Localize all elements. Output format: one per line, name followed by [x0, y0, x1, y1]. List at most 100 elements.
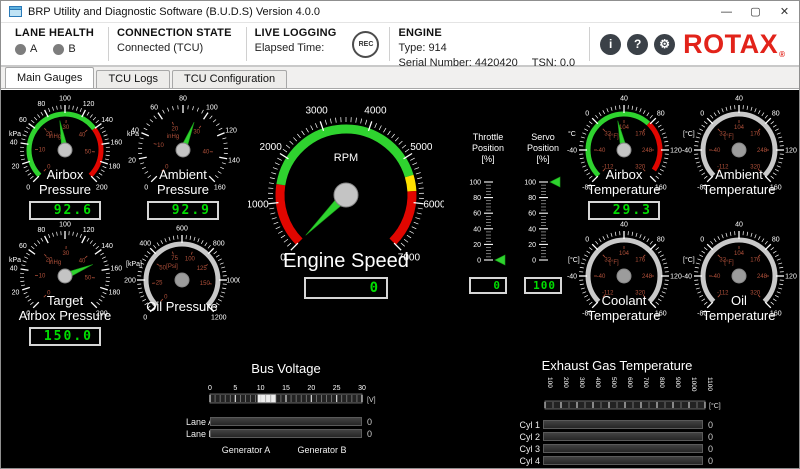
- info-icon[interactable]: i: [600, 34, 621, 55]
- egt-cylinder-row-bar: [543, 456, 703, 465]
- svg-text:100: 100: [59, 96, 71, 103]
- svg-text:[°F]: [°F]: [609, 134, 619, 140]
- bus-voltage-row-bar: [210, 417, 362, 426]
- svg-text:80: 80: [772, 237, 780, 244]
- egt-cylinder-row: Cyl 20: [501, 431, 733, 442]
- svg-text:0: 0: [477, 258, 481, 265]
- bus-voltage-section: Bus Voltage 051015202530[V] Lane A0Lane …: [186, 361, 386, 455]
- svg-text:60: 60: [473, 211, 481, 218]
- throttle-position-scale: 020406080100: [465, 174, 511, 266]
- egt-scale: 10020030040050060070080090010001100[°C]: [501, 374, 733, 412]
- lane-health-section: LANE HEALTH A B: [11, 25, 104, 63]
- tab-tcu-configuration[interactable]: TCU Configuration: [172, 70, 287, 88]
- help-icon[interactable]: ?: [627, 34, 648, 55]
- svg-text:1100: 1100: [706, 377, 713, 391]
- elapsed-time-label: Elapsed Time:: [255, 42, 337, 54]
- lane-a-indicator: A: [15, 43, 37, 55]
- svg-text:176: 176: [750, 132, 761, 138]
- svg-text:kPa: kPa: [127, 131, 139, 138]
- svg-text:°C: °C: [568, 130, 576, 138]
- svg-text:20: 20: [473, 242, 481, 249]
- svg-text:-112: -112: [717, 290, 729, 296]
- svg-text:180: 180: [109, 290, 121, 297]
- svg-text:40: 40: [10, 139, 18, 146]
- svg-text:60: 60: [528, 211, 536, 218]
- svg-text:40: 40: [473, 227, 481, 234]
- bus-voltage-row: Lane A 0: [186, 416, 386, 427]
- svg-text:320: 320: [750, 290, 761, 296]
- svg-text:800: 800: [658, 377, 665, 388]
- svg-text:120: 120: [83, 227, 95, 234]
- svg-text:20: 20: [12, 164, 20, 171]
- svg-text:80: 80: [528, 195, 536, 202]
- svg-text:120: 120: [785, 274, 797, 281]
- svg-text:200: 200: [96, 184, 108, 191]
- bus-voltage-row-value: 0: [362, 417, 372, 427]
- engine-serial: Serial Number: 4420420: [398, 57, 517, 69]
- rec-button[interactable]: REC: [352, 31, 379, 58]
- svg-text:20: 20: [12, 290, 20, 297]
- svg-text:0: 0: [26, 184, 30, 191]
- svg-text:-40: -40: [567, 274, 577, 281]
- svg-text:900: 900: [674, 377, 681, 388]
- svg-text:[°C]: [°C]: [683, 130, 695, 138]
- svg-text:10: 10: [39, 148, 46, 154]
- svg-text:80: 80: [772, 111, 780, 118]
- bus-voltage-row-value: 0: [362, 429, 372, 439]
- svg-text:inHg: inHg: [49, 134, 61, 140]
- svg-text:700: 700: [642, 377, 649, 388]
- svg-text:20: 20: [172, 126, 179, 132]
- egt-title: Exhaust Gas Temperature: [501, 358, 733, 374]
- lane-a-status-dot: [15, 44, 26, 55]
- svg-text:4000: 4000: [364, 105, 387, 116]
- svg-text:200: 200: [124, 278, 136, 285]
- bus-voltage-row-label: Lane A: [186, 417, 210, 427]
- toolbar: LANE HEALTH A B CONNECTION STATE Connect…: [1, 23, 799, 67]
- svg-text:104: 104: [619, 251, 630, 257]
- svg-text:-40: -40: [597, 274, 606, 280]
- svg-text:40: 40: [735, 96, 743, 103]
- svg-text:40: 40: [620, 222, 628, 229]
- svg-text:100: 100: [524, 180, 536, 187]
- target-airbox-pressure-readout: 150.0: [29, 327, 101, 346]
- svg-text:248: 248: [757, 274, 768, 280]
- tab-tcu-logs[interactable]: TCU Logs: [96, 70, 170, 88]
- svg-text:1000: 1000: [690, 377, 697, 392]
- egt-cylinder-row-value: 0: [703, 456, 713, 466]
- svg-text:40: 40: [79, 133, 86, 139]
- throttle-position-readout: 0: [469, 277, 507, 294]
- generator-b-label: Generator B: [284, 445, 360, 455]
- tab-main-gauges[interactable]: Main Gauges: [5, 67, 94, 88]
- svg-text:300: 300: [578, 377, 585, 388]
- generator-a-label: Generator A: [208, 445, 284, 455]
- svg-text:inHg: inHg: [49, 260, 61, 266]
- svg-text:80: 80: [179, 96, 187, 103]
- egt-cylinder-row-label: Cyl 2: [501, 432, 543, 442]
- svg-text:20: 20: [528, 242, 536, 249]
- connection-state-title: CONNECTION STATE: [117, 27, 232, 39]
- engine-tsn: TSN: 0.0: [532, 57, 575, 69]
- gauge-airbox-temperature: -80-4004080120160-112-4032104176248320°C…: [565, 95, 683, 220]
- main-gauges-panel: 02040608010012014016018020001020304050kP…: [1, 90, 799, 469]
- airbox-temperature-readout: 29.3: [588, 201, 660, 220]
- minimize-button[interactable]: —: [712, 1, 741, 23]
- separator: [389, 27, 390, 61]
- svg-text:[V]: [V]: [367, 397, 376, 404]
- svg-text:kPa: kPa: [9, 131, 21, 138]
- egt-cylinder-row-bar: [543, 420, 703, 429]
- svg-text:inHg: inHg: [167, 134, 179, 140]
- close-button[interactable]: ✕: [770, 1, 799, 23]
- live-logging-section: LIVE LOGGING Elapsed Time:: [251, 25, 347, 63]
- maximize-button[interactable]: ▢: [741, 1, 770, 23]
- svg-text:60: 60: [19, 243, 27, 250]
- engine-speed-dial: 01000200030004000500060007000RPM: [248, 97, 444, 267]
- svg-text:0: 0: [143, 314, 147, 321]
- svg-text:[°C]: [°C]: [568, 256, 580, 264]
- svg-text:100: 100: [206, 104, 218, 111]
- svg-text:248: 248: [642, 148, 653, 154]
- throttle-position-indicator: Throttle Position [%] 020406080100 0: [463, 132, 513, 294]
- settings-gear-icon[interactable]: ⚙: [654, 34, 675, 55]
- svg-text:120: 120: [225, 128, 237, 135]
- engine-speed-readout: 0: [304, 277, 388, 299]
- lane-b-indicator: B: [53, 43, 75, 55]
